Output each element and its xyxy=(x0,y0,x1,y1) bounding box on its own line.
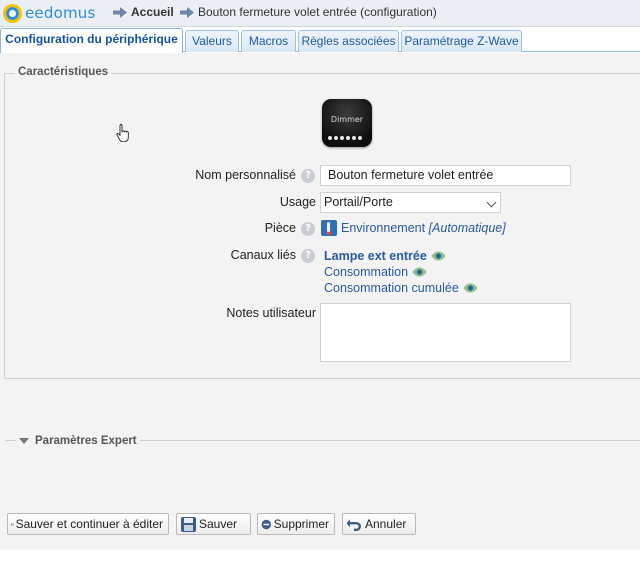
delete-button[interactable]: Supprimer xyxy=(257,513,335,535)
top-bar: eedomus Accueil Bouton fermeture volet e… xyxy=(0,0,640,27)
linked-channel-label: Consommation xyxy=(324,265,409,279)
linked-channel-item[interactable]: Consommation xyxy=(324,265,427,279)
linked-channel-item[interactable]: Consommation cumulée xyxy=(324,281,478,295)
expert-section-toggle[interactable]: Paramètres Expert xyxy=(16,435,140,447)
expert-section[interactable]: Paramètres Expert xyxy=(0,435,640,447)
tab-zwave-settings[interactable]: Paramétrage Z-Wave xyxy=(401,30,522,52)
tab-values[interactable]: Valeurs xyxy=(185,30,239,52)
linked-channels-label: Canaux liés xyxy=(230,248,296,262)
save-button[interactable]: Sauver xyxy=(176,513,251,535)
room-auto-label: [Automatique] xyxy=(428,221,506,235)
device-image-label: Dimmer xyxy=(330,115,364,124)
hand-cursor-icon xyxy=(116,123,129,142)
room-label: Pièce xyxy=(264,221,296,235)
help-icon[interactable]: ? xyxy=(301,249,315,263)
eye-icon[interactable] xyxy=(463,283,478,293)
usage-label: Usage xyxy=(279,195,316,209)
room-name: Environnement xyxy=(341,221,426,235)
eye-icon[interactable] xyxy=(431,251,446,261)
breadcrumb-current: Bouton fermeture volet entrée (configura… xyxy=(180,5,437,19)
linked-channel-label: Lampe ext entrée xyxy=(324,249,427,263)
room-value[interactable]: Environnement [Automatique] xyxy=(341,221,506,235)
tab-macros[interactable]: Macros xyxy=(241,30,296,52)
undo-arrow-icon xyxy=(346,518,361,531)
thermometer-icon xyxy=(321,220,337,236)
usage-select-value: Portail/Porte xyxy=(324,195,393,209)
custom-name-input[interactable]: Bouton fermeture volet entrée xyxy=(320,165,571,186)
save-label: Sauver xyxy=(199,517,238,531)
minus-circle-icon xyxy=(261,519,272,529)
help-icon[interactable]: ? xyxy=(301,169,315,183)
cancel-label: Annuler xyxy=(365,517,407,531)
floppy-disk-icon xyxy=(11,522,14,526)
cancel-button[interactable]: Annuler xyxy=(342,513,416,535)
user-notes-textarea[interactable] xyxy=(320,303,571,362)
logo-ring-icon xyxy=(3,3,22,23)
device-image: Dimmer xyxy=(322,99,372,147)
tab-associated-rules[interactable]: Règles associées xyxy=(298,30,399,52)
save-continue-button[interactable]: Sauver et continuer à éditer xyxy=(7,513,169,535)
floppy-disk-icon xyxy=(181,516,196,532)
delete-label: Supprimer xyxy=(273,517,329,531)
triangle-down-icon xyxy=(19,438,29,444)
device-leds xyxy=(328,136,362,140)
main-panel: Caractéristiques xyxy=(0,53,640,550)
tab-device-configuration[interactable]: Configuration du périphérique xyxy=(0,28,183,53)
save-continue-label: Sauver et continuer à éditer xyxy=(15,517,163,531)
arrow-right-icon xyxy=(180,6,194,18)
arrow-right-icon xyxy=(113,6,127,18)
breadcrumb-home-label: Accueil xyxy=(131,5,174,19)
eye-icon[interactable] xyxy=(412,267,427,277)
characteristics-legend: Caractéristiques xyxy=(15,66,112,78)
linked-channel-item[interactable]: Lampe ext entrée xyxy=(324,249,446,263)
logo[interactable]: eedomus xyxy=(3,3,96,23)
usage-select[interactable]: Portail/Porte xyxy=(320,192,501,213)
custom-name-label: Nom personnalisé xyxy=(195,168,296,182)
linked-channel-label: Consommation cumulée xyxy=(324,281,459,295)
tab-bar: Configuration du périphérique Valeurs Ma… xyxy=(0,28,640,53)
expert-section-label: Paramètres Expert xyxy=(35,435,137,447)
logo-text: eedomus xyxy=(25,4,96,22)
chevron-down-icon xyxy=(486,197,497,208)
breadcrumb-current-label: Bouton fermeture volet entrée (configura… xyxy=(198,5,437,19)
user-notes-label: Notes utilisateur xyxy=(226,306,316,320)
help-icon[interactable]: ? xyxy=(301,222,315,236)
breadcrumb-home[interactable]: Accueil xyxy=(113,5,174,19)
